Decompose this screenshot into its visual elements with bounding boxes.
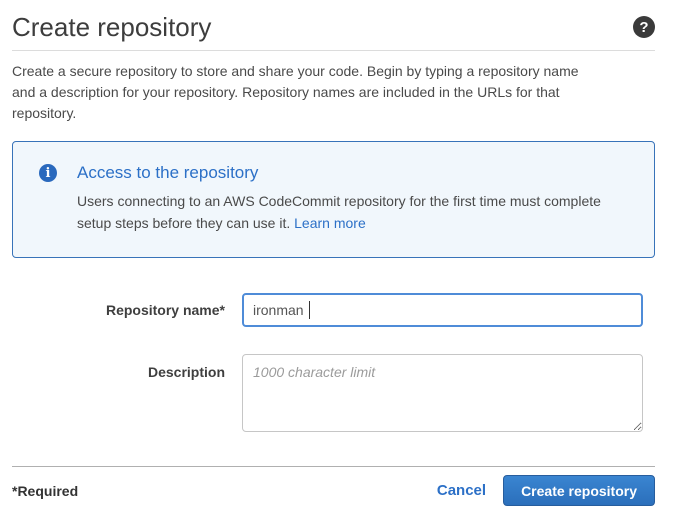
info-box-title: Access to the repository bbox=[77, 163, 614, 183]
required-note: *Required bbox=[12, 483, 78, 499]
page-title: Create repository bbox=[12, 13, 211, 41]
info-box-body: Users connecting to an AWS CodeCommit re… bbox=[77, 190, 614, 234]
intro-text: Create a secure repository to store and … bbox=[12, 61, 590, 124]
description-label: Description bbox=[12, 354, 225, 380]
access-info-box: i Access to the repository Users connect… bbox=[12, 141, 655, 258]
page-header: Create repository ? bbox=[12, 0, 655, 51]
help-icon[interactable]: ? bbox=[633, 16, 655, 38]
learn-more-link[interactable]: Learn more bbox=[294, 215, 366, 231]
info-icon: i bbox=[39, 164, 57, 182]
form-footer: *Required Cancel Create repository bbox=[12, 466, 655, 506]
info-box-content: Access to the repository Users connectin… bbox=[77, 163, 614, 234]
repository-name-input[interactable] bbox=[242, 293, 643, 327]
create-repository-page: Create repository ? Create a secure repo… bbox=[12, 0, 655, 506]
create-repository-button[interactable]: Create repository bbox=[503, 475, 655, 506]
create-repository-form: Repository name* Description bbox=[12, 293, 655, 432]
text-caret bbox=[309, 301, 310, 319]
description-textarea[interactable] bbox=[242, 354, 643, 432]
footer-actions: Cancel Create repository bbox=[437, 475, 655, 506]
description-row: Description bbox=[12, 354, 655, 432]
cancel-button[interactable]: Cancel bbox=[437, 482, 486, 499]
repository-name-label: Repository name* bbox=[12, 302, 225, 318]
repository-name-input-wrap bbox=[242, 293, 643, 327]
repository-name-row: Repository name* bbox=[12, 293, 655, 327]
